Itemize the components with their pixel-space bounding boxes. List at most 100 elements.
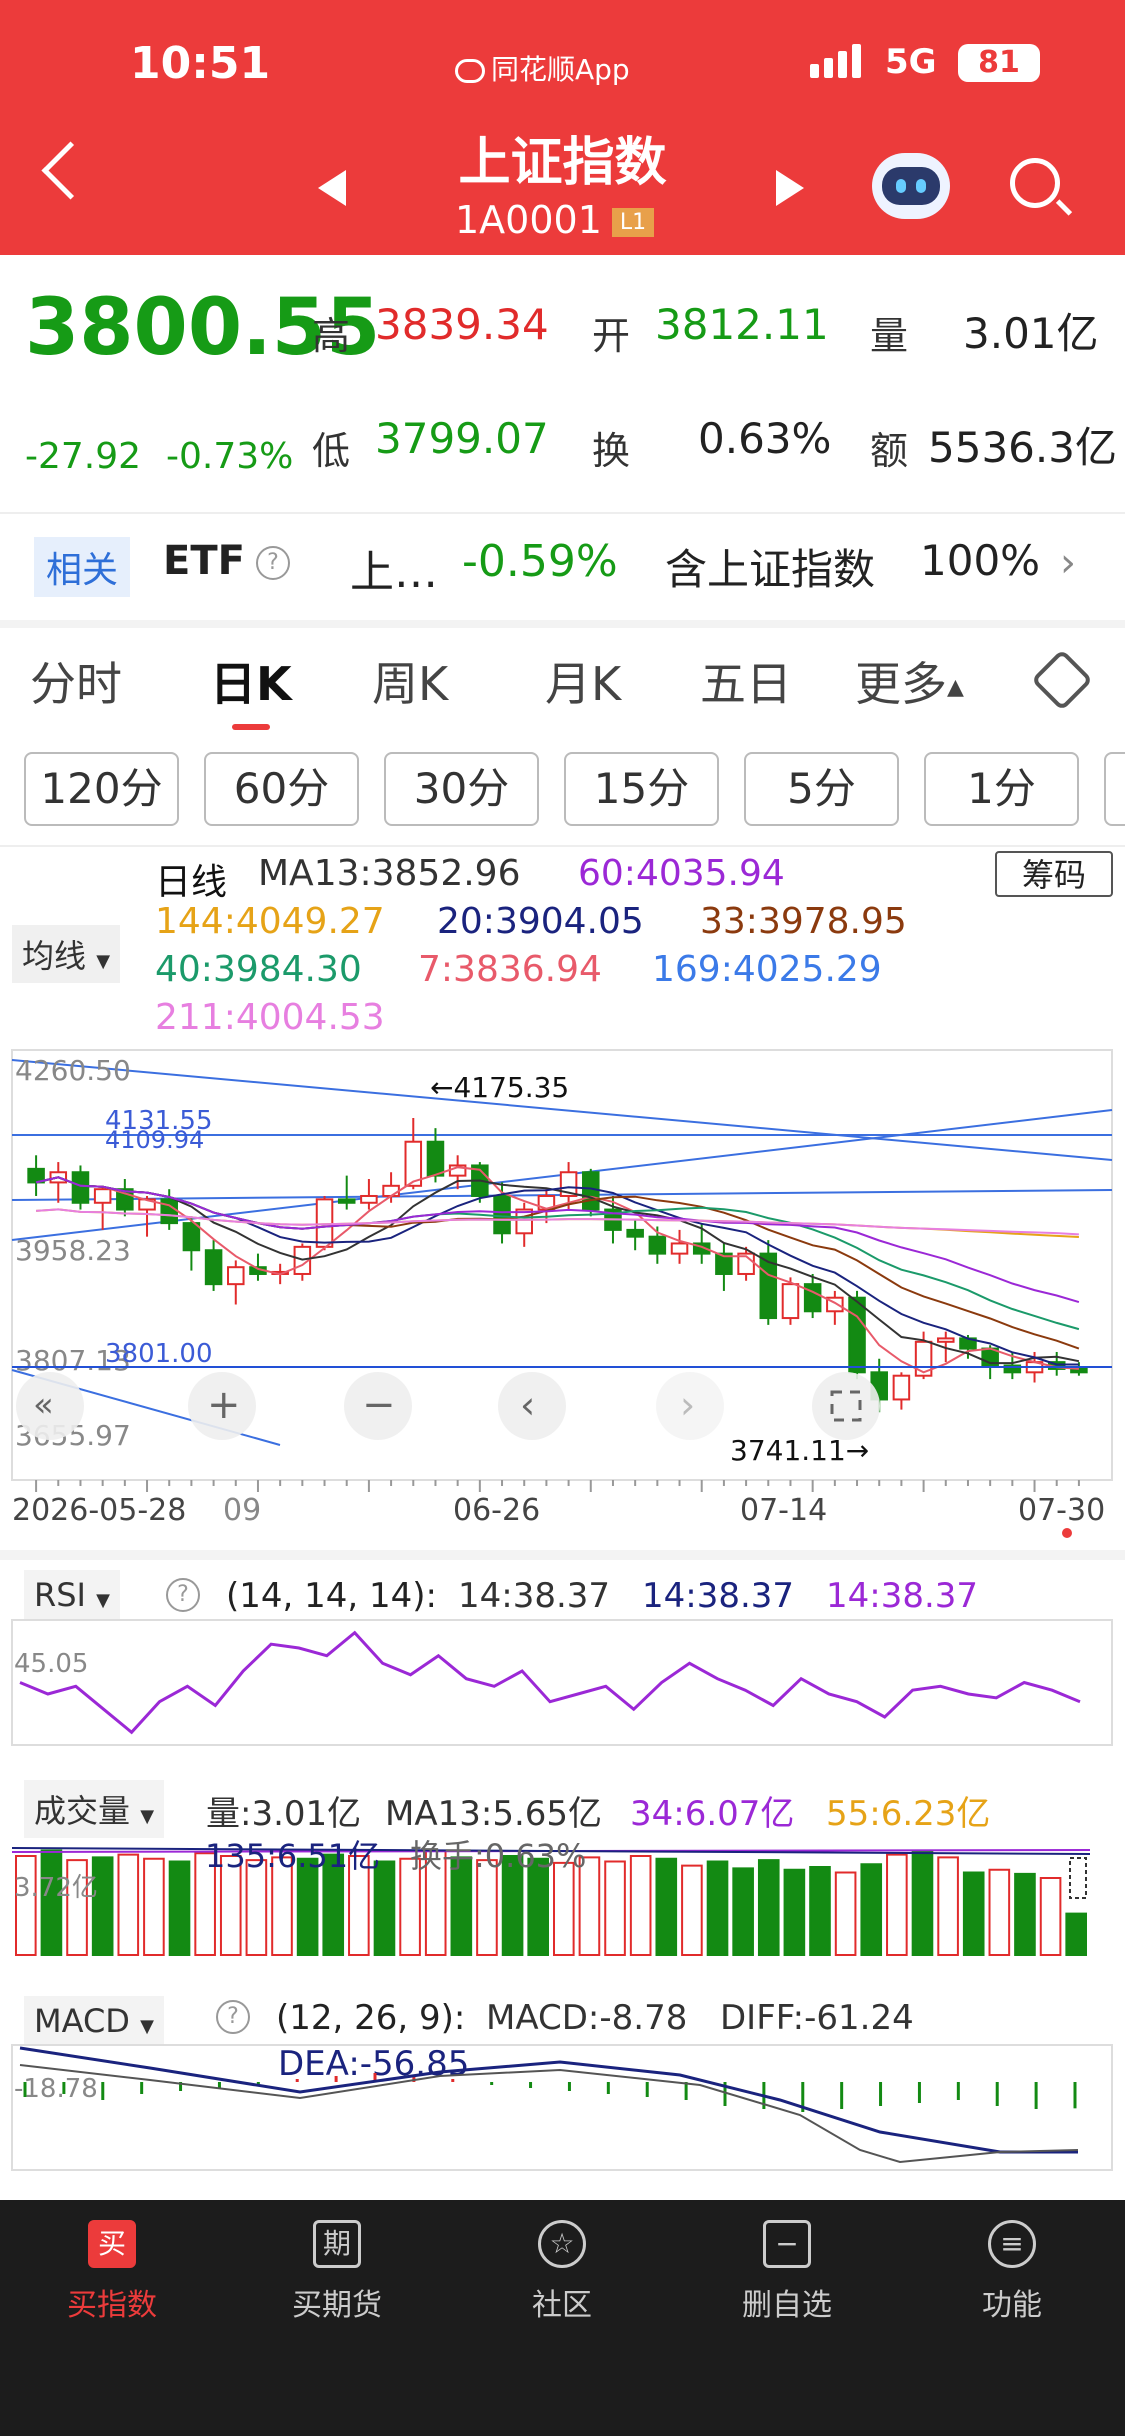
network-type: 5G [885, 42, 937, 82]
divider [0, 1550, 1125, 1560]
rsi-axis-label: 45.05 [14, 1649, 88, 1679]
volume-bar [834, 1871, 857, 1956]
etf-label: ETF [163, 538, 245, 584]
settings-icon[interactable] [1030, 648, 1094, 712]
x-axis-ticks [35, 1480, 1080, 1492]
candle-body [670, 1242, 689, 1255]
volume-bar [373, 1860, 396, 1956]
macd-histogram [23, 2073, 1077, 2112]
help-icon[interactable]: ? [216, 2000, 250, 2034]
x-label-0626: 06-26 [453, 1493, 541, 1528]
rsi-params: (14, 14, 14): [226, 1576, 438, 1616]
tab-more-label: 更多 [855, 657, 947, 711]
volume-value: 3.01亿 [963, 309, 1099, 358]
high-label: 高 [312, 314, 351, 358]
app-logo-icon [455, 59, 485, 83]
remove-watchlist-icon: − [763, 2220, 811, 2268]
tab-intraday[interactable]: 分时 [30, 648, 122, 714]
period-30m[interactable]: 30分 [384, 752, 539, 826]
candle-body [382, 1184, 400, 1197]
chip-button[interactable]: 筹码 [995, 851, 1113, 897]
help-icon[interactable]: ? [256, 546, 290, 580]
period-tab-overflow[interactable] [1104, 752, 1125, 826]
ma13-value: MA13:3852.96 [258, 853, 521, 894]
y-label-line2: 4109.94 [105, 1126, 204, 1154]
ma144-value: 144:4049.27 [155, 901, 385, 942]
ma-dropdown-label: 均线 [22, 937, 87, 975]
tab-daily-k[interactable]: 日K [210, 648, 292, 714]
rsi-value-1: 14:38.37 [458, 1576, 611, 1616]
y-label-line3: 3801.00 [105, 1339, 213, 1369]
volume-cursor [1069, 1857, 1087, 1899]
rsi-name: RSI [34, 1576, 86, 1614]
nav-community[interactable]: ☆ 社区 [492, 2220, 632, 2324]
ma169-value: 169:4025.29 [652, 949, 882, 990]
kline-chart[interactable]: 4260.50 4131.55 4109.94 3958.23 3807.13 … [0, 1040, 1125, 1530]
macd-axis-label: -18.78 [14, 2074, 98, 2104]
candle-body [626, 1228, 644, 1238]
rsi-chart: 45.05 [11, 1619, 1113, 1746]
period-5m[interactable]: 5分 [744, 752, 899, 826]
period-15m[interactable]: 15分 [564, 752, 719, 826]
period-120m[interactable]: 120分 [24, 752, 179, 826]
nav-community-label: 社区 [532, 2288, 592, 2323]
amount-value: 5536.3亿 [928, 423, 1117, 472]
volume-bar [1014, 1872, 1036, 1956]
turnover-value: 0.63% [698, 414, 832, 463]
nav-buy-futures-label: 买期货 [292, 2288, 382, 2323]
volume-bar [886, 1853, 908, 1956]
low-label: 低 [312, 429, 351, 473]
caret-up-icon: ▲ [947, 675, 964, 700]
nav-buy-index[interactable]: 买买指数 [42, 2220, 182, 2324]
period-1m[interactable]: 1分 [924, 752, 1079, 826]
volume-bar [604, 1860, 626, 1956]
etf-name: 上… [350, 547, 438, 598]
open-label: 开 [592, 314, 631, 358]
y-label-mid: 3958.23 [15, 1234, 131, 1267]
stock-title: 上证指数 [458, 133, 667, 193]
rsi-dropdown[interactable]: RSI ▼ [24, 1570, 120, 1620]
help-icon[interactable]: ? [166, 1578, 200, 1612]
volume-bar [757, 1859, 780, 1956]
assistant-robot-icon[interactable] [872, 153, 950, 219]
candle-body [582, 1171, 600, 1211]
period-60m[interactable]: 60分 [204, 752, 359, 826]
tab-weekly-k[interactable]: 周K [372, 648, 448, 714]
chevron-right-icon: › [1060, 540, 1076, 586]
x-label-start: 2026-05-28 [12, 1493, 187, 1528]
tab-monthly-k[interactable]: 月K [545, 648, 621, 714]
double-left-glyph: « [33, 1385, 54, 1425]
candle-body [337, 1198, 356, 1204]
search-icon[interactable] [1010, 158, 1060, 208]
volume-bar [655, 1857, 678, 1956]
nav-buy-futures[interactable]: 期买期货 [267, 2220, 407, 2324]
tab-five-day[interactable]: 五日 [700, 648, 792, 714]
nav-remove-watchlist[interactable]: − 删自选 [717, 2220, 857, 2324]
rsi-line [19, 1630, 1081, 1735]
macd-params: (12, 26, 9): [276, 1998, 466, 2038]
volume-bar [15, 1855, 37, 1956]
ma-dropdown[interactable]: 均线 ▼ [12, 925, 121, 983]
divider [0, 620, 1125, 628]
volume-axis-label: 3.72亿 [14, 1873, 98, 1903]
ma20-value: 20:3904.05 [437, 901, 644, 942]
next-stock-icon[interactable] [776, 170, 804, 206]
candle-body [781, 1283, 800, 1320]
volume-ma135: 135:6.51亿 [205, 1837, 380, 1875]
bottom-nav: 买买指数 期买期货 ☆ 社区 − 删自选 ≡ 功能 [0, 2200, 1125, 2436]
status-app-name: 同花顺App [455, 48, 630, 88]
nav-functions[interactable]: ≡ 功能 [942, 2220, 1082, 2324]
volume-chart: 3.72亿 135:6.51亿 换手:0.63% [11, 1837, 1091, 1957]
back-arrow-icon[interactable] [41, 141, 100, 200]
tab-more[interactable]: 更多▲ [855, 648, 964, 714]
turnover-label: 换 [592, 429, 631, 473]
volume-bar [809, 1866, 831, 1956]
volume-bar [1065, 1912, 1088, 1957]
high-value: 3839.34 [375, 300, 549, 349]
amount-label: 额 [870, 429, 909, 473]
candle-body [937, 1337, 955, 1343]
macd-dropdown[interactable]: MACD ▼ [24, 1996, 164, 2046]
nav-remove-watchlist-label: 删自选 [742, 2288, 832, 2323]
volume-bar [988, 1868, 1011, 1956]
volume-ma55: 55:6.23亿 [826, 1794, 991, 1834]
